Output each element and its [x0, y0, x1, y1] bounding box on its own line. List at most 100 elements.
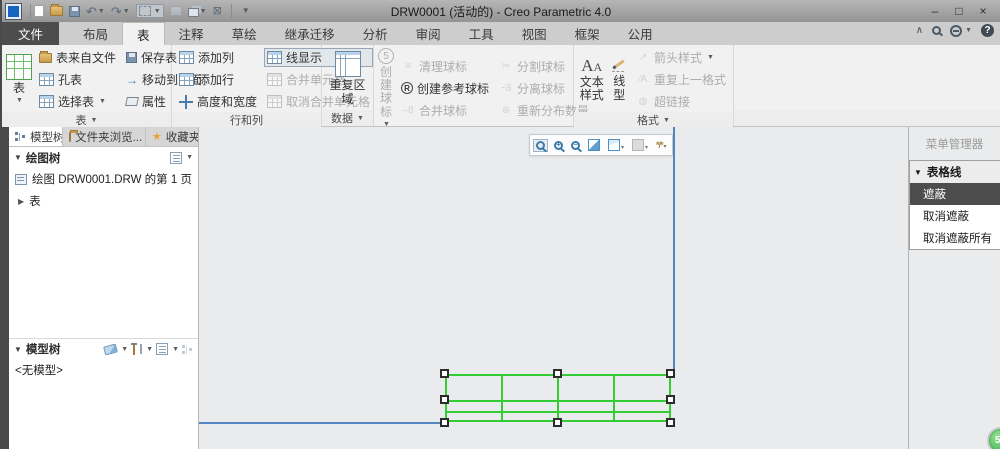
tab-file[interactable]: 文件 — [2, 22, 60, 45]
selection-handle[interactable] — [440, 418, 449, 427]
text-style-button[interactable]: AA 文本样式 — [578, 57, 605, 102]
group-label-table[interactable]: 表 ▼ — [2, 112, 171, 128]
tab-framework[interactable]: 框架 — [561, 22, 614, 45]
save-button[interactable] — [69, 5, 80, 17]
collapse-ribbon-icon[interactable]: ∧ — [916, 25, 923, 36]
drawing-canvas[interactable]: + − ▾ ▾ */* ▾ — [199, 127, 908, 449]
button-label: 文本样式 — [579, 74, 604, 102]
add-row-button[interactable]: 添加行 — [176, 70, 260, 89]
draw-tree-header[interactable]: ▼ 绘图树 ▼ — [9, 147, 198, 168]
button-label: 重复上一格式 — [653, 73, 726, 87]
zoom-out-button[interactable]: − — [569, 140, 582, 151]
tab-view[interactable]: 视图 — [508, 22, 561, 45]
repeat-region-button[interactable]: 重复区域 — [326, 51, 369, 105]
group-label-rows-columns[interactable]: 行和列 — [172, 112, 321, 128]
hole-table-button[interactable]: 孔表 — [36, 70, 119, 89]
help-icon[interactable]: ? — [981, 24, 994, 37]
redo-button[interactable]: ↷ ▼ — [111, 5, 130, 18]
table-from-file-button[interactable]: 表来自文件 — [36, 48, 119, 67]
redistribute-qty-icon: ⊕ — [501, 104, 511, 116]
table-column-line[interactable] — [557, 376, 559, 420]
table-column-line[interactable] — [613, 376, 615, 420]
model-tree-header[interactable]: ▼ 模型树 ▼ ▼ ▼ — [9, 338, 198, 359]
close-window-button[interactable]: ⊠ — [213, 5, 222, 17]
group-label-data[interactable]: 数据 ▼ — [322, 110, 373, 126]
selection-handle[interactable] — [666, 418, 675, 427]
collapse-triangle-icon[interactable]: ▼ — [14, 153, 22, 162]
connect-menu-button[interactable]: ▼ — [950, 24, 972, 37]
button-label: 重复区域 — [329, 78, 366, 106]
tools-icon[interactable] — [131, 343, 143, 355]
line-style-button[interactable]: 线型 — [609, 57, 629, 101]
maximize-button[interactable]: □ — [948, 4, 970, 18]
zoom-in-button[interactable]: + — [552, 140, 565, 151]
selected-drawing-table[interactable] — [445, 374, 671, 422]
undo-button[interactable]: ↶ ▼ — [86, 5, 105, 18]
chevron-down-icon[interactable]: ▼ — [200, 8, 207, 15]
selection-handle[interactable] — [440, 395, 449, 404]
selection-handle[interactable] — [666, 395, 675, 404]
chevron-down-icon[interactable]: ▼ — [123, 8, 130, 15]
named-views-button[interactable]: ▾ — [606, 138, 626, 152]
table-big-button[interactable]: 表 ▼ — [6, 54, 32, 105]
select-table-button[interactable]: 选择表 ▼ — [36, 92, 119, 111]
tab-layout[interactable]: 布局 — [69, 22, 122, 45]
close-button[interactable]: × — [972, 4, 994, 18]
detach-balloons-icon: ⁃8 — [500, 82, 512, 94]
table-column-line[interactable] — [501, 376, 503, 420]
menu-item-blank[interactable]: 遮蔽 — [910, 183, 1000, 205]
tab-legacy-migration[interactable]: 继承迁移 — [271, 22, 349, 45]
customize-qat-button[interactable]: ▼ — [241, 7, 250, 15]
regenerate-button[interactable] — [169, 6, 182, 16]
datum-display-button[interactable]: */* ▾ — [654, 139, 669, 151]
menu-item-unblank-all[interactable]: 取消遮蔽所有 — [910, 227, 1000, 249]
tab-utilities[interactable]: 公用 — [614, 22, 667, 45]
chevron-down-icon[interactable]: ▼ — [98, 8, 105, 15]
search-icon[interactable] — [932, 26, 942, 35]
menu-header-table-lines[interactable]: ▼ 表格线 — [910, 161, 1000, 183]
tab-tools[interactable]: 工具 — [455, 22, 508, 45]
tab-sketch[interactable]: 草绘 — [218, 22, 271, 45]
tab-analysis[interactable]: 分析 — [349, 22, 402, 45]
sidebar-tab-model-tree[interactable]: 模型树 — [9, 127, 64, 146]
chevron-down-icon[interactable]: ▼ — [172, 346, 179, 353]
selection-filter-button[interactable]: ▼ — [135, 4, 164, 18]
height-width-button[interactable]: 高度和宽度 — [176, 92, 260, 111]
draw-tree-item-table[interactable]: ▶ 表 — [9, 190, 198, 212]
chevron-down-icon[interactable]: ▼ — [154, 8, 161, 15]
chevron-down-icon[interactable]: ▼ — [121, 346, 128, 353]
filter-icon[interactable] — [103, 342, 119, 356]
sidebar-tab-favorites[interactable]: ★ 收藏夹 — [146, 127, 198, 146]
app-icon[interactable] — [5, 2, 22, 20]
create-ref-balloon-button[interactable]: R 创建参考球标 — [398, 79, 492, 98]
minimize-button[interactable]: – — [924, 4, 946, 18]
collapse-triangle-icon[interactable]: ▼ — [14, 345, 22, 354]
expand-triangle-icon[interactable]: ▶ — [18, 197, 24, 206]
selection-handle[interactable] — [440, 369, 449, 378]
sidebar-tab-folder-browser[interactable]: 文件夹浏览... — [63, 127, 146, 146]
chevron-down-icon[interactable]: ▼ — [186, 154, 193, 161]
zoom-box-button[interactable] — [533, 138, 548, 152]
new-file-button[interactable] — [34, 5, 44, 17]
button-label: 清理球标 — [419, 59, 468, 74]
hole-table-icon — [39, 73, 54, 86]
group-label-format[interactable]: 格式 ▼ — [574, 112, 733, 128]
chevron-down-icon[interactable]: ▼ — [146, 346, 153, 353]
tree-item-label: 表 — [29, 196, 41, 208]
selection-handle[interactable] — [553, 418, 562, 427]
selection-handle[interactable] — [666, 369, 675, 378]
table-icon — [6, 54, 32, 81]
group-label-text: 格式 — [637, 115, 660, 127]
tab-annotate[interactable]: 注释 — [165, 22, 218, 45]
selection-handle[interactable] — [553, 369, 562, 378]
refit-button[interactable] — [586, 138, 602, 152]
tab-table[interactable]: 表 — [122, 22, 165, 45]
list-settings-icon[interactable] — [156, 343, 169, 355]
draw-tree-item-sheet[interactable]: 绘图 DRW0001.DRW 的第 1 页 — [9, 168, 198, 190]
add-column-button[interactable]: 添加列 — [176, 48, 260, 67]
tab-review[interactable]: 审阅 — [402, 22, 455, 45]
tree-settings-icon[interactable] — [170, 151, 183, 164]
open-button[interactable] — [50, 4, 63, 16]
windows-button[interactable]: ▼ — [187, 5, 207, 17]
menu-item-unblank[interactable]: 取消遮蔽 — [910, 205, 1000, 227]
